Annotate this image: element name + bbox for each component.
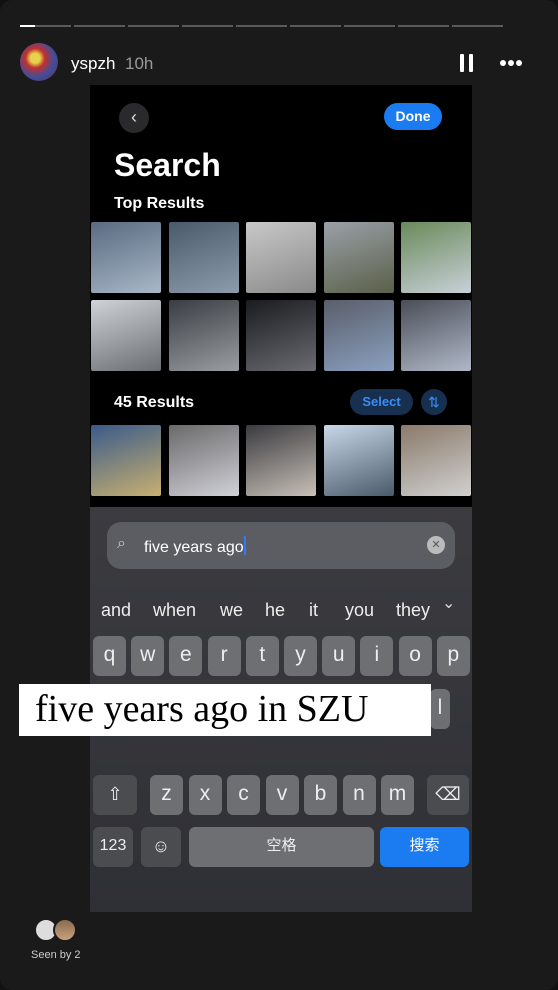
key-r: r xyxy=(207,636,241,676)
key-n: n xyxy=(342,775,376,815)
suggestion: they xyxy=(396,600,430,620)
done-button: Done xyxy=(384,103,442,130)
progress-segment xyxy=(20,25,71,27)
delete-icon: ⌫ xyxy=(427,775,469,815)
story-caption: five years ago in SZU xyxy=(19,684,431,736)
search-field: ⌕ five years ago ✕ xyxy=(107,522,455,569)
key-p: p xyxy=(436,636,470,676)
suggestion: you xyxy=(345,600,375,620)
photo-thumbnail xyxy=(91,425,161,496)
photo-thumbnail xyxy=(246,300,316,371)
top-results-grid xyxy=(91,222,471,371)
search-icon: ⌕ xyxy=(117,535,126,552)
photo-thumbnail xyxy=(401,300,471,371)
suggestion: it xyxy=(309,600,318,620)
key-x: x xyxy=(188,775,222,815)
progress-segment xyxy=(128,25,179,27)
key-q: q xyxy=(93,636,126,676)
photo-thumbnail xyxy=(91,222,161,293)
key-u: u xyxy=(322,636,356,676)
emoji-icon: ☺ xyxy=(141,827,181,867)
photo-thumbnail xyxy=(323,222,394,293)
key-e: e xyxy=(169,636,203,676)
photo-thumbnail xyxy=(168,425,239,496)
photo-thumbnail xyxy=(401,222,471,293)
story-viewer: yspzh 10h ‹ Done Search Top Results 45 R… xyxy=(0,0,558,990)
key-y: y xyxy=(284,636,317,676)
progress-segment xyxy=(452,25,503,27)
shift-icon: ⇧ xyxy=(93,775,137,815)
key-z: z xyxy=(150,775,183,815)
key-l: l xyxy=(430,689,450,729)
space-key: 空格 xyxy=(189,827,374,867)
key-i: i xyxy=(360,636,394,676)
results-grid xyxy=(91,425,471,496)
username[interactable]: yspzh xyxy=(71,54,115,74)
pause-icon[interactable] xyxy=(460,54,473,72)
photo-thumbnail xyxy=(168,222,239,293)
progress-segment xyxy=(398,25,449,27)
key-o: o xyxy=(398,636,432,676)
avatar[interactable] xyxy=(20,43,58,81)
more-icon[interactable] xyxy=(500,58,524,69)
key-t: t xyxy=(245,636,279,676)
photo-thumbnail xyxy=(401,425,471,496)
story-progress-bars xyxy=(20,25,503,27)
key-w: w xyxy=(131,636,165,676)
key-v: v xyxy=(265,775,299,815)
photo-thumbnail xyxy=(323,300,394,371)
results-count: 45 Results xyxy=(114,394,195,411)
key-c: c xyxy=(227,775,260,815)
suggestion: he xyxy=(265,600,286,620)
photo-thumbnail xyxy=(168,300,239,371)
key-m: m xyxy=(381,775,414,815)
search-value: five years ago xyxy=(144,539,244,556)
page-title: Search xyxy=(114,147,221,183)
chevron-down-icon: ⌄ xyxy=(442,595,456,612)
progress-segment xyxy=(344,25,395,27)
progress-segment xyxy=(236,25,287,27)
numbers-key: 123 xyxy=(93,827,133,867)
search-key: 搜索 xyxy=(380,827,469,867)
story-image: ‹ Done Search Top Results 45 Results Sel… xyxy=(90,85,472,912)
clear-icon: ✕ xyxy=(427,536,445,554)
progress-segment xyxy=(74,25,125,27)
select-button: Select xyxy=(350,389,413,415)
suggestion: we xyxy=(220,600,244,620)
photo-thumbnail xyxy=(246,425,316,496)
seen-by[interactable]: Seen by 2 xyxy=(31,949,81,961)
suggestion: and xyxy=(101,600,132,620)
time-ago: 10h xyxy=(125,54,154,73)
sort-arrows-icon: ⇅ xyxy=(421,389,447,415)
key-b: b xyxy=(304,775,337,815)
top-results-label: Top Results xyxy=(114,195,205,212)
photo-thumbnail xyxy=(246,222,316,293)
progress-segment xyxy=(182,25,233,27)
viewer-avatar[interactable] xyxy=(53,918,77,942)
photo-thumbnail xyxy=(323,425,394,496)
progress-segment xyxy=(290,25,341,27)
chevron-left-icon: ‹ xyxy=(119,103,149,133)
photo-thumbnail xyxy=(91,300,161,371)
suggestion: when xyxy=(153,600,197,620)
